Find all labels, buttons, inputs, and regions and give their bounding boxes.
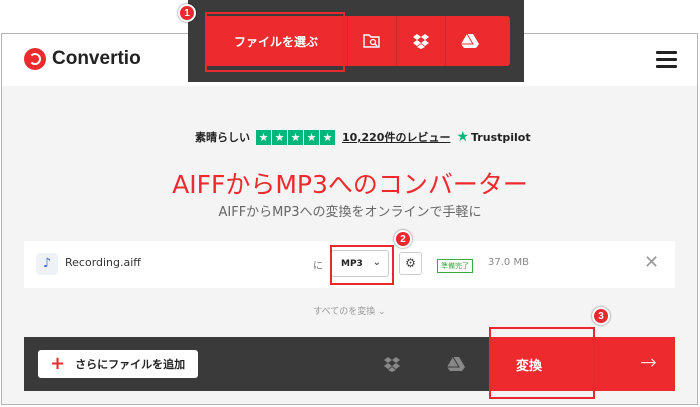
- trustpilot-star-icon: ★: [456, 129, 470, 145]
- convert-button[interactable]: 変換 →: [490, 337, 675, 391]
- close-icon[interactable]: ✕: [644, 252, 659, 273]
- dropbox-icon[interactable]: [368, 337, 416, 391]
- dropbox-icon[interactable]: [397, 33, 445, 49]
- chevron-down-icon: ⌄: [378, 307, 386, 317]
- star-icon: ★: [304, 129, 319, 145]
- step-badge-2: 2: [394, 230, 412, 248]
- folder-search-icon[interactable]: [348, 33, 396, 49]
- chevron-down-icon: ⌄: [372, 257, 381, 268]
- star-icon: ★: [288, 129, 303, 145]
- convert-all-label: すべてのを変換: [313, 307, 376, 317]
- plus-icon: +: [50, 353, 66, 374]
- logo[interactable]: Convertio: [24, 47, 141, 71]
- step-badge-3: 3: [592, 307, 610, 325]
- add-more-files-button[interactable]: + さらにファイルを追加: [38, 350, 198, 378]
- logo-text: Convertio: [52, 48, 141, 69]
- file-row: ♪ Recording.aiff に MP3 ⌄ ⚙ 準備完了 37.0 MB …: [24, 241, 675, 288]
- reviews-link[interactable]: 10,220件のレビュー: [342, 129, 450, 145]
- step-badge-1: 1: [178, 4, 196, 22]
- trustpilot-rating: 素晴らしい ★ ★ ★ ★ ★ 10,220件のレビュー ★ Trustpilo…: [195, 129, 531, 145]
- file-size: 37.0 MB: [488, 257, 529, 268]
- star-icon: ★: [320, 129, 335, 145]
- page-subtitle: AIFFからMP3への変換をオンラインで手軽に: [218, 205, 482, 220]
- gear-icon[interactable]: ⚙: [399, 252, 422, 275]
- to-label: に: [313, 261, 323, 272]
- arrow-right-icon: →: [640, 350, 657, 374]
- rating-stars: ★ ★ ★ ★ ★: [256, 129, 336, 145]
- convert-all-link[interactable]: すべてのを変換 ⌄: [24, 289, 675, 338]
- rating-label: 素晴らしい: [195, 131, 250, 144]
- hamburger-menu-icon[interactable]: [656, 51, 677, 68]
- google-drive-icon[interactable]: [432, 337, 480, 391]
- convertio-logo-icon: [24, 48, 46, 70]
- add-more-label: さらにファイルを追加: [75, 358, 186, 371]
- trustpilot-label: Trustpilot: [471, 130, 531, 144]
- star-icon: ★: [272, 129, 287, 145]
- page-title: AIFFからMP3へのコンバーター: [172, 170, 528, 199]
- bottom-action-bar: + さらにファイルを追加 変換 →: [24, 337, 675, 391]
- music-note-icon: ♪: [36, 253, 58, 275]
- status-badge: 準備完了: [437, 259, 473, 273]
- google-drive-icon[interactable]: [446, 33, 494, 49]
- choose-files-button[interactable]: ファイルを選ぶ: [205, 33, 347, 50]
- format-select[interactable]: MP3 ⌄: [331, 250, 389, 277]
- choose-files-group: ファイルを選ぶ: [205, 16, 510, 66]
- file-name: Recording.aiff: [65, 256, 141, 269]
- convert-label: 変換: [516, 359, 543, 374]
- format-value: MP3: [341, 258, 363, 269]
- trustpilot-logo[interactable]: ★ Trustpilot: [456, 129, 530, 145]
- star-icon: ★: [256, 129, 271, 145]
